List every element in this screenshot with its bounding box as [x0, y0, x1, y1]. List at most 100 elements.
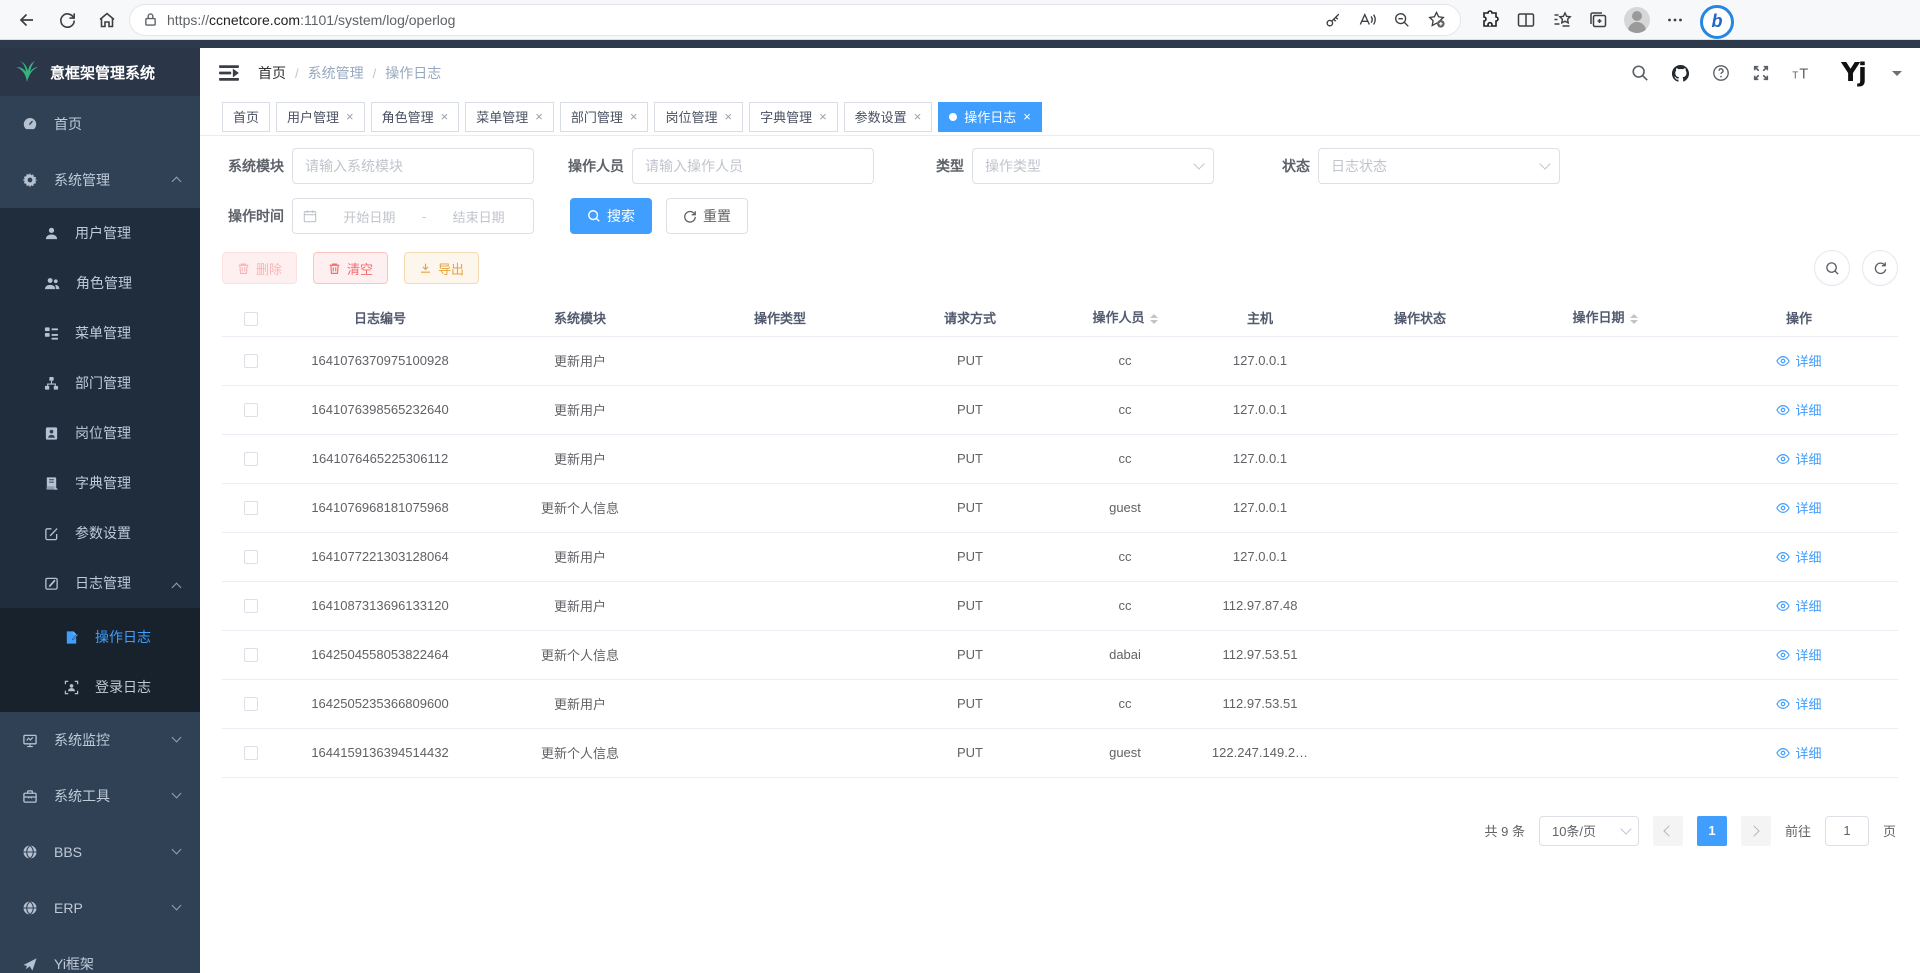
tab-menu-mgmt[interactable]: 菜单管理× — [465, 102, 554, 132]
sidebar-item-login-log[interactable]: 登录日志 — [0, 662, 200, 712]
detail-link[interactable]: 详细 — [1776, 694, 1821, 713]
tab-user-mgmt[interactable]: 用户管理× — [276, 102, 365, 132]
detail-link[interactable]: 详细 — [1776, 596, 1821, 615]
delete-button[interactable]: 删除 — [222, 252, 297, 284]
tab-dict-mgmt[interactable]: 字典管理× — [749, 102, 838, 132]
row-checkbox[interactable] — [244, 354, 258, 368]
extensions-icon[interactable] — [1480, 10, 1500, 30]
date-range-picker[interactable]: 开始日期 - 结束日期 — [292, 198, 534, 234]
column-header-operator[interactable]: 操作人员 — [1060, 300, 1190, 336]
row-checkbox[interactable] — [244, 599, 258, 613]
type-select[interactable]: 操作类型 — [972, 148, 1214, 184]
select-all-checkbox[interactable] — [244, 312, 258, 326]
help-icon[interactable] — [1712, 64, 1730, 82]
next-page-button[interactable] — [1741, 816, 1771, 846]
read-aloud-icon[interactable] — [1358, 11, 1377, 29]
tab-home[interactable]: 首页 — [222, 102, 270, 132]
row-checkbox[interactable] — [244, 550, 258, 564]
row-checkbox[interactable] — [244, 648, 258, 662]
back-icon[interactable] — [10, 4, 44, 36]
tab-param-settings[interactable]: 参数设置× — [844, 102, 933, 132]
user-logo[interactable]: Yj — [1836, 56, 1870, 90]
sort-carets-icon[interactable] — [1150, 310, 1158, 328]
sidebar-item-posts[interactable]: 岗位管理 — [0, 408, 200, 458]
sidebar-item-departments[interactable]: 部门管理 — [0, 358, 200, 408]
close-icon[interactable]: × — [914, 110, 922, 123]
favorites-bar-icon[interactable] — [1552, 10, 1572, 30]
detail-link[interactable]: 详细 — [1776, 547, 1821, 566]
tab-role-mgmt[interactable]: 角色管理× — [371, 102, 460, 132]
sidebar-item-yi-framework[interactable]: Yi框架 — [0, 936, 200, 973]
sidebar-item-logs[interactable]: 日志管理 — [0, 558, 200, 608]
detail-link[interactable]: 详细 — [1776, 498, 1821, 517]
close-icon[interactable]: × — [724, 110, 732, 123]
split-screen-icon[interactable] — [1516, 10, 1536, 30]
key-icon[interactable] — [1324, 11, 1342, 29]
delete-button-label: 删除 — [256, 259, 282, 278]
breadcrumb-home[interactable]: 首页 — [258, 63, 286, 83]
user-menu-caret-icon[interactable] — [1892, 71, 1902, 81]
sidebar-item-system[interactable]: 系统管理 — [0, 152, 200, 208]
close-icon[interactable]: × — [535, 110, 543, 123]
toggle-search-button[interactable] — [1814, 250, 1850, 286]
sidebar-item-bbs[interactable]: BBS — [0, 824, 200, 880]
collapse-sidebar-icon[interactable] — [218, 62, 240, 84]
home-icon[interactable] — [90, 4, 124, 36]
sidebar-item-tools[interactable]: 系统工具 — [0, 768, 200, 824]
clear-button[interactable]: 清空 — [313, 252, 388, 284]
cell-status — [1330, 728, 1510, 777]
page-size-select[interactable]: 10条/页 — [1539, 816, 1639, 846]
fullscreen-icon[interactable] — [1752, 64, 1770, 82]
globe-icon — [22, 900, 38, 916]
sidebar-item-operation-log[interactable]: 操作日志 — [0, 612, 200, 662]
search-icon[interactable] — [1631, 64, 1649, 82]
detail-link[interactable]: 详细 — [1776, 351, 1821, 370]
close-icon[interactable]: × — [630, 110, 638, 123]
export-button[interactable]: 导出 — [404, 252, 479, 284]
sidebar-item-monitoring[interactable]: 系统监控 — [0, 712, 200, 768]
sidebar-item-home[interactable]: 首页 — [0, 96, 200, 152]
status-select[interactable]: 日志状态 — [1318, 148, 1560, 184]
close-icon[interactable]: × — [819, 110, 827, 123]
favorite-add-icon[interactable] — [1427, 10, 1446, 29]
collections-icon[interactable] — [1588, 10, 1608, 30]
font-size-icon[interactable]: TT — [1792, 64, 1814, 82]
detail-link[interactable]: 详细 — [1776, 645, 1821, 664]
column-header-date[interactable]: 操作日期 — [1510, 300, 1700, 336]
sidebar-item-dictionary[interactable]: 字典管理 — [0, 458, 200, 508]
close-icon[interactable]: × — [441, 110, 449, 123]
row-checkbox[interactable] — [244, 403, 258, 417]
bing-chat-icon[interactable]: b — [1700, 5, 1734, 39]
goto-page-input[interactable] — [1825, 816, 1869, 846]
close-icon[interactable]: × — [346, 110, 354, 123]
refresh-table-button[interactable] — [1862, 250, 1898, 286]
sidebar-item-users[interactable]: 用户管理 — [0, 208, 200, 258]
sidebar-item-parameters[interactable]: 参数设置 — [0, 508, 200, 558]
sort-carets-icon[interactable] — [1630, 310, 1638, 328]
detail-link[interactable]: 详细 — [1776, 449, 1821, 468]
zoom-out-icon[interactable] — [1393, 11, 1411, 29]
detail-link[interactable]: 详细 — [1776, 400, 1821, 419]
detail-link[interactable]: 详细 — [1776, 743, 1821, 762]
operator-input[interactable] — [632, 148, 874, 184]
refresh-icon[interactable] — [50, 4, 84, 36]
row-checkbox[interactable] — [244, 501, 258, 515]
module-input[interactable] — [292, 148, 534, 184]
close-icon[interactable]: × — [1023, 110, 1031, 123]
more-icon[interactable] — [1666, 11, 1684, 29]
github-icon[interactable] — [1671, 64, 1690, 83]
address-bar[interactable]: https://ccnetcore.com:1101/system/log/op… — [130, 5, 1460, 35]
row-checkbox[interactable] — [244, 697, 258, 711]
sidebar-item-menus[interactable]: 菜单管理 — [0, 308, 200, 358]
tab-dept-mgmt[interactable]: 部门管理× — [560, 102, 649, 132]
profile-avatar[interactable] — [1624, 7, 1650, 33]
search-button[interactable]: 搜索 — [570, 198, 652, 234]
sidebar-item-erp[interactable]: ERP — [0, 880, 200, 936]
tab-operation-log[interactable]: 操作日志× — [938, 102, 1042, 132]
sidebar-item-roles[interactable]: 角色管理 — [0, 258, 200, 308]
row-checkbox[interactable] — [244, 746, 258, 760]
prev-page-button[interactable] — [1653, 816, 1683, 846]
reset-button[interactable]: 重置 — [666, 198, 748, 234]
tab-post-mgmt[interactable]: 岗位管理× — [654, 102, 743, 132]
row-checkbox[interactable] — [244, 452, 258, 466]
